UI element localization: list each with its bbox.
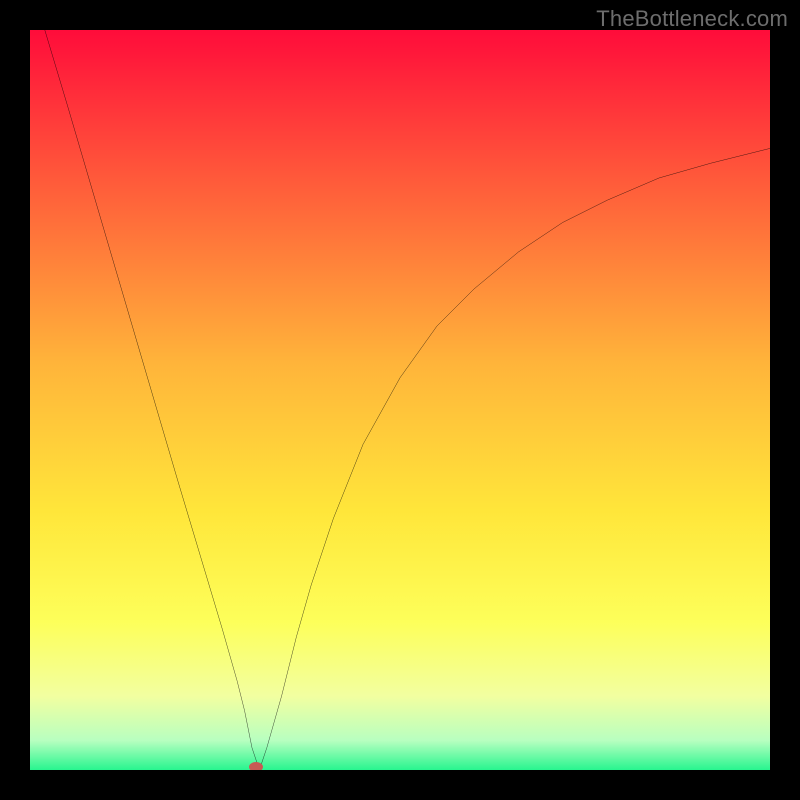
chart-plot-area <box>30 30 770 770</box>
chart-background-gradient <box>30 30 770 770</box>
minimum-marker <box>249 762 263 770</box>
watermark-text: TheBottleneck.com <box>596 6 788 32</box>
